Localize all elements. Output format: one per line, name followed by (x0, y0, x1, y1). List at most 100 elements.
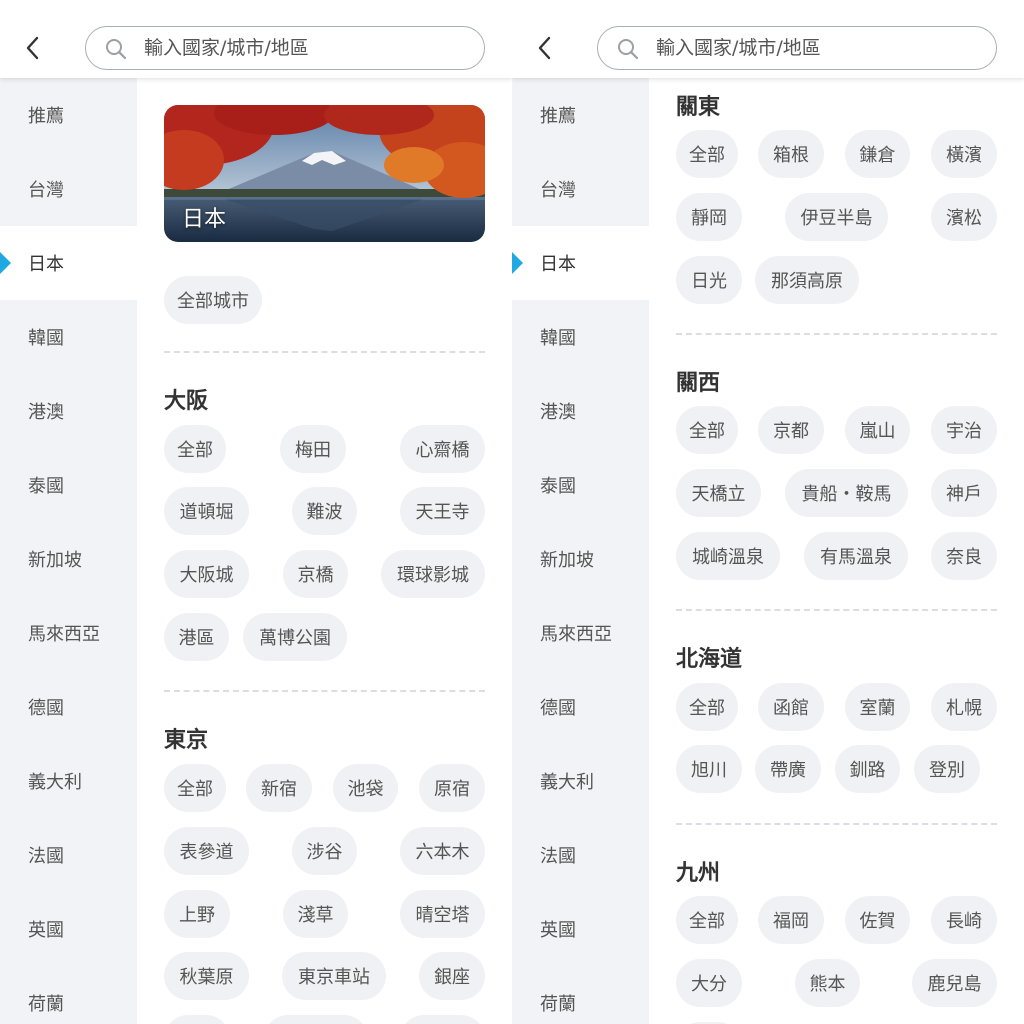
chip-hokkaido[interactable]: 室蘭 (845, 683, 910, 731)
sidebar-item-netherlands[interactable]: 荷蘭 (512, 966, 649, 1024)
chip-kansai[interactable]: 城崎溫泉 (676, 532, 780, 580)
chip-hokkaido[interactable]: 帶廣 (755, 745, 821, 793)
chip-osaka[interactable]: 天王寺 (400, 487, 485, 535)
chip-tokyo[interactable]: 全部 (164, 764, 226, 812)
chip-hokkaido[interactable]: 函館 (758, 683, 824, 731)
chip-tokyo[interactable]: 原宿 (419, 764, 485, 812)
chip-tokyo[interactable]: 秋葉原 (164, 952, 249, 1000)
search-bar[interactable] (597, 26, 997, 70)
japan-banner[interactable]: 日本 (164, 105, 485, 242)
sidebar-item-singapore[interactable]: 新加坡 (0, 522, 137, 596)
chip-kyushu[interactable]: 長崎 (931, 896, 997, 944)
sidebar-item-taiwan[interactable]: 台灣 (0, 152, 137, 226)
sidebar-item-malaysia[interactable]: 馬來西亞 (512, 596, 649, 670)
sidebar-item-recommend[interactable]: 推薦 (512, 78, 649, 152)
chip-hokkaido[interactable]: 釧路 (835, 745, 900, 793)
chip-tokyo[interactable]: 東京車站 (282, 952, 386, 1000)
sidebar-item-malaysia[interactable]: 馬來西亞 (0, 596, 137, 670)
chip-kansai[interactable]: 嵐山 (845, 406, 910, 454)
chip-tokyo[interactable]: 六本木 (400, 827, 485, 875)
chip-kanto[interactable]: 伊豆半島 (785, 193, 888, 241)
chip-osaka[interactable]: 京橋 (283, 550, 348, 598)
chip-osaka[interactable]: 港區 (164, 613, 229, 661)
sidebar-item-germany[interactable]: 德國 (512, 670, 649, 744)
chip-kanto[interactable]: 那須高原 (755, 256, 859, 304)
sidebar-item-uk[interactable]: 英國 (0, 892, 137, 966)
chip-tokyo[interactable]: 淺草 (283, 890, 348, 938)
sidebar-item-korea[interactable]: 韓國 (0, 300, 137, 374)
sidebar-item-germany[interactable]: 德國 (0, 670, 137, 744)
chip-tokyo-partial[interactable] (264, 1015, 368, 1024)
chip-osaka[interactable]: 心齋橋 (400, 425, 485, 473)
sidebar-item-recommend[interactable]: 推薦 (0, 78, 137, 152)
chip-kanto[interactable]: 日光 (676, 256, 742, 304)
chip-osaka[interactable]: 道頓堀 (164, 487, 249, 535)
chip-kyushu[interactable]: 佐賀 (845, 896, 910, 944)
chip-osaka[interactable]: 梅田 (280, 425, 346, 473)
chip-osaka[interactable]: 萬博公園 (243, 613, 347, 661)
chip-tokyo[interactable]: 表參道 (164, 827, 249, 875)
chip-kyushu[interactable]: 福岡 (758, 896, 824, 944)
sidebar-item-taiwan[interactable]: 台灣 (512, 152, 649, 226)
chip-osaka[interactable]: 環球影城 (381, 550, 485, 598)
divider (164, 351, 485, 353)
chip-kanto[interactable]: 箱根 (758, 130, 824, 178)
sidebar-item-hk-macau[interactable]: 港澳 (512, 374, 649, 448)
chip-kyushu[interactable]: 全部 (676, 896, 738, 944)
chip-tokyo-partial[interactable] (400, 1015, 485, 1024)
back-button[interactable] (534, 34, 558, 62)
chip-hokkaido[interactable]: 登別 (914, 745, 980, 793)
chip-kansai[interactable]: 奈良 (931, 532, 997, 580)
chip-kansai[interactable]: 天橋立 (676, 469, 761, 517)
chip-tokyo[interactable]: 上野 (164, 890, 230, 938)
chip-tokyo[interactable]: 銀座 (419, 952, 485, 1000)
search-bar[interactable] (85, 26, 485, 70)
chip-tokyo[interactable]: 新宿 (246, 764, 312, 812)
back-button[interactable] (22, 34, 46, 62)
chip-tokyo-partial[interactable] (164, 1015, 230, 1024)
chip-kansai[interactable]: 京都 (758, 406, 824, 454)
sidebar-item-thailand[interactable]: 泰國 (512, 448, 649, 522)
sidebar-item-japan[interactable]: 日本 (0, 226, 137, 300)
chip-kanto[interactable]: 濱松 (931, 193, 997, 241)
chip-kyushu[interactable]: 大分 (676, 959, 742, 1007)
chip-kanto[interactable]: 鎌倉 (845, 130, 910, 178)
sidebar-item-japan[interactable]: 日本 (512, 226, 649, 300)
chip-osaka[interactable]: 全部 (164, 425, 226, 473)
active-marker-icon (512, 252, 523, 274)
chip-kansai[interactable]: 全部 (676, 406, 738, 454)
search-input[interactable] (656, 35, 976, 61)
chip-tokyo[interactable]: 涉谷 (292, 827, 357, 875)
sidebar-item-thailand[interactable]: 泰國 (0, 448, 137, 522)
chip-hokkaido[interactable]: 札幌 (931, 683, 997, 731)
chip-kyushu[interactable]: 熊本 (795, 959, 860, 1007)
chip-kanto[interactable]: 全部 (676, 130, 738, 178)
chip-tokyo[interactable]: 池袋 (333, 764, 398, 812)
banner-title: 日本 (182, 207, 227, 232)
sidebar-item-hk-macau[interactable]: 港澳 (0, 374, 137, 448)
sidebar-item-netherlands[interactable]: 荷蘭 (0, 966, 137, 1024)
chip-kansai[interactable]: 有馬溫泉 (804, 532, 908, 580)
sidebar-item-uk[interactable]: 英國 (512, 892, 649, 966)
section-title-kanto: 關東 (676, 95, 721, 120)
sidebar-item-italy[interactable]: 義大利 (512, 744, 649, 818)
sidebar-item-italy[interactable]: 義大利 (0, 744, 137, 818)
search-icon (618, 39, 639, 60)
chip-osaka[interactable]: 大阪城 (164, 550, 249, 598)
chip-kansai[interactable]: 宇治 (931, 406, 997, 454)
chip-kansai[interactable]: 神戶 (931, 469, 997, 517)
chip-hokkaido[interactable]: 旭川 (676, 745, 742, 793)
sidebar-item-france[interactable]: 法國 (0, 818, 137, 892)
chip-hokkaido[interactable]: 全部 (676, 683, 738, 731)
chip-kanto[interactable]: 靜岡 (676, 193, 742, 241)
chip-tokyo[interactable]: 晴空塔 (400, 890, 485, 938)
chip-all-cities[interactable]: 全部城市 (164, 276, 262, 324)
sidebar-item-france[interactable]: 法國 (512, 818, 649, 892)
sidebar-item-korea[interactable]: 韓國 (512, 300, 649, 374)
chip-kanto[interactable]: 橫濱 (931, 130, 997, 178)
chip-osaka[interactable]: 難波 (292, 487, 357, 535)
chip-kyushu[interactable]: 鹿兒島 (912, 959, 997, 1007)
sidebar-item-singapore[interactable]: 新加坡 (512, 522, 649, 596)
chip-kansai[interactable]: 貴船・鞍馬 (785, 469, 908, 517)
search-input[interactable] (144, 35, 464, 61)
